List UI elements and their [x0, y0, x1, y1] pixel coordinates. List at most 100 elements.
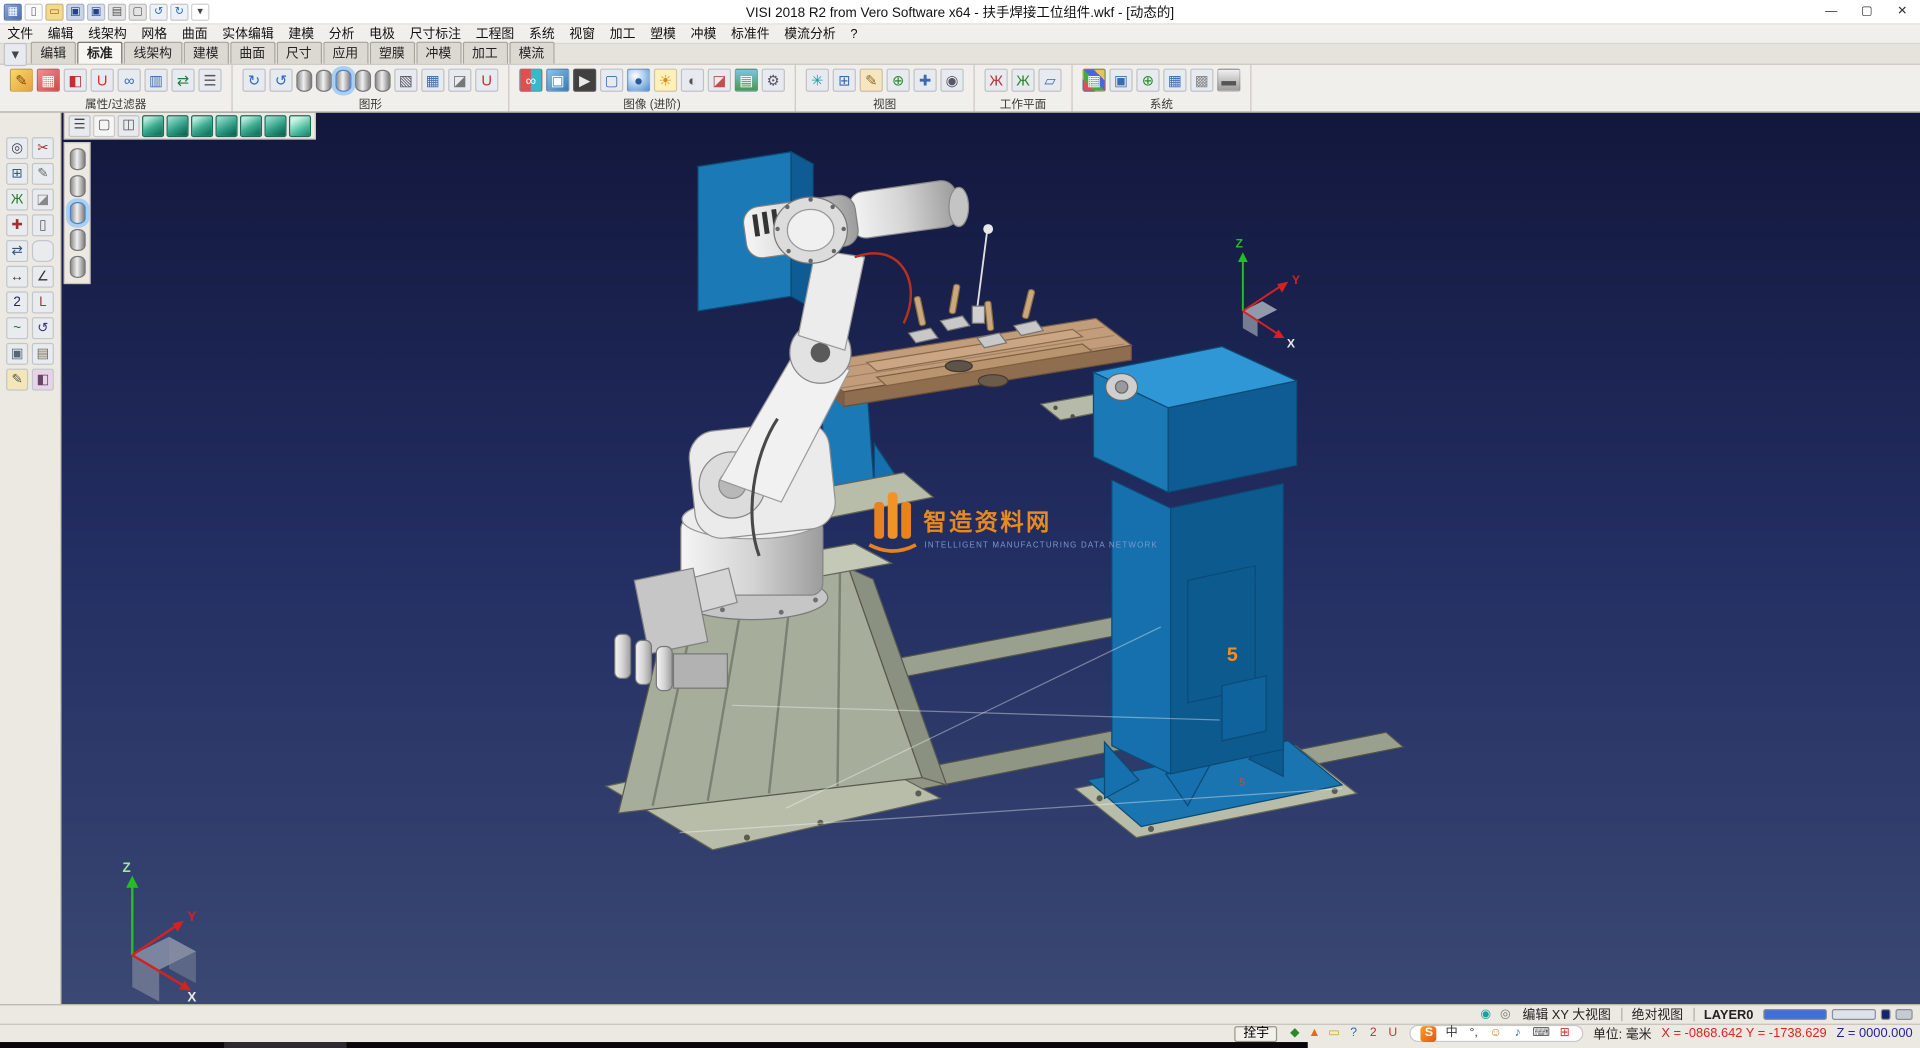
element-list-icon[interactable]: ☰ [198, 69, 221, 92]
scene-3d[interactable]: 5 5 [61, 113, 1920, 1004]
menu-system[interactable]: 系统 [522, 24, 562, 42]
tab-wireframe[interactable]: 线架构 [124, 42, 182, 64]
menu-window[interactable]: 视窗 [562, 24, 602, 42]
palette-icon[interactable]: ◧ [32, 369, 54, 391]
filter-elements-icon[interactable]: ◧ [64, 69, 87, 92]
tab-modeling[interactable]: 建模 [183, 42, 228, 64]
layer-color-bar[interactable] [1763, 1009, 1827, 1020]
trim-icon[interactable]: ✂ [32, 137, 54, 159]
redo-icon[interactable]: ↻ [170, 3, 188, 20]
zoom-extents-icon[interactable]: ✳ [806, 69, 829, 92]
menu-file[interactable]: 文件 [0, 24, 40, 42]
menu-flow-analysis[interactable]: 模流分析 [777, 24, 843, 42]
sketch-pencil-icon[interactable]: ✎ [32, 163, 54, 185]
workplane-create-icon[interactable]: Ж [984, 69, 1007, 92]
shaded-shade-icon[interactable] [69, 202, 85, 224]
tab-standard[interactable]: 标准 [77, 42, 122, 64]
tab-machining[interactable]: 加工 [462, 42, 507, 64]
tab-dimension[interactable]: 尺寸 [276, 42, 321, 64]
redraw-icon[interactable]: ↻ [242, 69, 265, 92]
sheet-icon[interactable]: ▯ [32, 214, 54, 236]
print-preview-icon[interactable]: ▢ [129, 3, 147, 20]
hidden-line-mode-icon[interactable] [316, 69, 332, 91]
material-slab-icon[interactable]: ▬ [1217, 69, 1240, 92]
menu-die[interactable]: 冲模 [683, 24, 723, 42]
snapshot-icon[interactable]: ▢ [600, 69, 623, 92]
material-icon[interactable]: ● [627, 69, 650, 92]
tab-die[interactable]: 冲模 [416, 42, 461, 64]
viewport-menu-icon[interactable]: ☰ [69, 114, 91, 136]
workplane-plane-icon[interactable]: ▱ [1038, 69, 1061, 92]
menu-solid-edit[interactable]: 实体编辑 [215, 24, 281, 42]
menu-standard-parts[interactable]: 标准件 [724, 24, 777, 42]
dynamic-rotate-icon[interactable]: ⊕ [887, 69, 910, 92]
stereo-view-icon[interactable]: ∞ [519, 69, 542, 92]
lighting-icon[interactable]: ☀ [654, 69, 677, 92]
workplane-align-icon[interactable]: Ж [1011, 69, 1034, 92]
move-icon[interactable]: ✚ [6, 214, 28, 236]
display-settings-icon[interactable]: ▣ [1109, 69, 1132, 92]
left-view-icon[interactable] [240, 114, 262, 136]
free-color-bar[interactable] [1896, 1009, 1913, 1020]
print-icon[interactable]: ▤ [108, 3, 126, 20]
corner-icon[interactable]: L [32, 291, 54, 313]
dynamic-hide-icon[interactable]: ▧ [394, 69, 417, 92]
angle-icon[interactable]: ∠ [32, 266, 54, 288]
save-icon[interactable]: ▣ [66, 3, 84, 20]
shaded-edge-shade-icon[interactable] [69, 229, 85, 251]
transparent-mode-icon[interactable] [375, 69, 391, 91]
render-image-icon[interactable]: ▣ [546, 69, 569, 92]
copy-attributes-icon[interactable]: ▦ [37, 69, 60, 92]
accent-color-bar[interactable] [1881, 1009, 1891, 1020]
undo-icon[interactable]: ↺ [149, 3, 167, 20]
single-view-icon[interactable]: ▢ [93, 114, 115, 136]
back-view-icon[interactable] [264, 114, 286, 136]
layer-manager-icon[interactable]: ▥ [144, 69, 167, 92]
save-all-icon[interactable]: ▣ [87, 3, 105, 20]
measure-icon[interactable]: ✎ [860, 69, 883, 92]
close-button[interactable]: ✕ [1884, 0, 1920, 23]
maximize-button[interactable]: ▢ [1849, 0, 1885, 23]
color-settings-icon[interactable]: ▦ [1082, 69, 1105, 92]
pen-color-bar[interactable] [1832, 1009, 1876, 1020]
menu-analysis[interactable]: 分析 [321, 24, 361, 42]
magnet-filter-icon[interactable]: U [91, 69, 114, 92]
snap-toggle-button[interactable]: 拴宇 [1235, 1026, 1278, 1042]
tab-surface[interactable]: 曲面 [230, 42, 275, 64]
pencil-hb-icon[interactable]: ✎ [6, 369, 28, 391]
menu-machining[interactable]: 加工 [602, 24, 642, 42]
shadow-icon[interactable]: ◐ [681, 69, 704, 92]
iso-view-icon[interactable] [142, 114, 164, 136]
front-view-icon[interactable] [191, 114, 213, 136]
zoom-select-icon[interactable]: ◎ [6, 137, 28, 159]
regenerate-icon[interactable]: ↺ [269, 69, 292, 92]
swap-arrows-icon[interactable]: ⇄ [171, 69, 194, 92]
transparent-shade-icon[interactable] [69, 256, 85, 278]
wireframe-shade-icon[interactable] [69, 148, 85, 170]
cylinder-tool-icon[interactable] [32, 240, 54, 262]
right-view-icon[interactable] [216, 114, 238, 136]
app-icon[interactable]: ▦ [4, 3, 22, 20]
ime-toolbar[interactable]: S中°,☺♪⌨⊞ [1410, 1025, 1583, 1042]
clipboard-icon[interactable]: ▤ [32, 343, 54, 365]
undo-arrow-icon[interactable]: ↺ [32, 317, 54, 339]
section-view-icon[interactable]: ◪ [708, 69, 731, 92]
second-view-icon[interactable]: 2 [6, 291, 28, 313]
grid-display-icon[interactable]: ▦ [421, 69, 444, 92]
menu-edit[interactable]: 编辑 [40, 24, 80, 42]
hidden-shade-icon[interactable] [69, 175, 85, 197]
eraser-icon[interactable]: ◪ [32, 189, 54, 211]
menu-electrode[interactable]: 电极 [362, 24, 402, 42]
viewport-3d[interactable]: 5 5 [61, 113, 1920, 1004]
tab-overflow-icon[interactable]: ▾ [4, 42, 27, 65]
top-view-icon[interactable] [167, 114, 189, 136]
curve-icon[interactable]: ~ [6, 317, 28, 339]
zoom-window-icon[interactable]: ⊞ [833, 69, 856, 92]
taskbar-app-segment[interactable] [224, 1042, 346, 1048]
shaded-mode-icon[interactable] [336, 69, 352, 91]
point-grid-icon[interactable]: ▩ [1190, 69, 1213, 92]
animation-icon[interactable]: ▶ [573, 69, 596, 92]
sogou-logo-icon[interactable]: S [1421, 1026, 1437, 1042]
environment-icon[interactable]: ▤ [735, 69, 758, 92]
tab-edit[interactable]: 编辑 [31, 42, 76, 64]
